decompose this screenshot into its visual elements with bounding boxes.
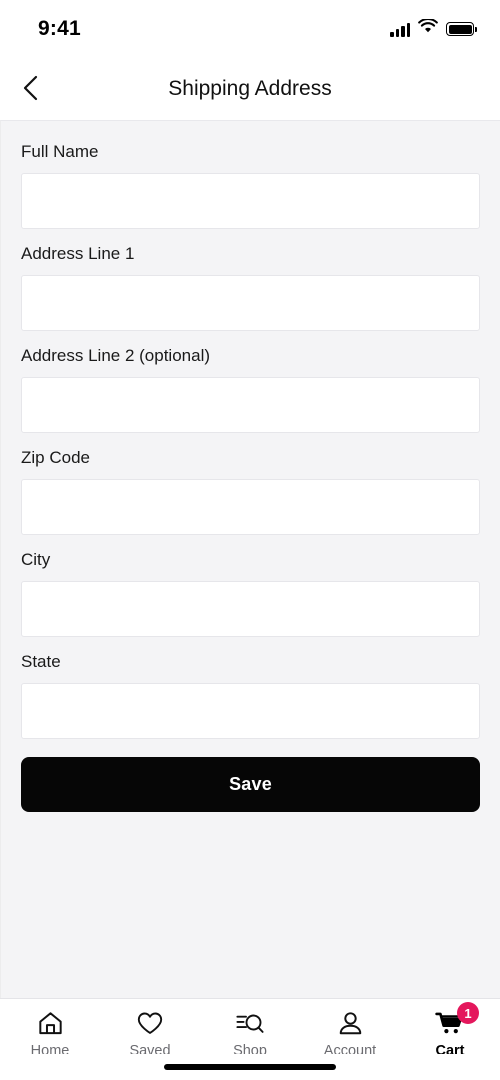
- tab-home[interactable]: Home: [0, 1009, 100, 1059]
- heart-icon: [136, 1009, 164, 1037]
- field-zip-code: Zip Code: [21, 447, 480, 535]
- city-input[interactable]: [21, 581, 480, 637]
- field-label: Full Name: [21, 142, 99, 161]
- status-bar: 9:41: [0, 0, 500, 58]
- signal-bars-icon: [390, 22, 410, 37]
- home-indicator[interactable]: [164, 1064, 336, 1070]
- field-label: Address Line 1: [21, 244, 135, 263]
- field-state: State: [21, 651, 480, 739]
- field-address-line-2: Address Line 2 (optional): [21, 345, 480, 433]
- save-button[interactable]: Save: [21, 757, 480, 812]
- chevron-left-icon: [20, 73, 42, 106]
- home-indicator-area: [0, 1054, 500, 1080]
- cart-badge: 1: [457, 1002, 479, 1024]
- home-icon: [37, 1009, 64, 1037]
- person-icon: [337, 1009, 364, 1037]
- field-label: Zip Code: [21, 448, 90, 467]
- address-line-1-input[interactable]: [21, 275, 480, 331]
- field-label: City: [21, 550, 51, 569]
- address-line-2-input[interactable]: [21, 377, 480, 433]
- tab-shop[interactable]: Shop: [200, 1009, 300, 1059]
- tab-account[interactable]: Account: [300, 1009, 400, 1059]
- app-header: Shipping Address: [0, 58, 500, 120]
- wifi-icon: [418, 18, 438, 39]
- cart-icon: 1: [435, 1002, 479, 1037]
- battery-icon: [446, 22, 477, 36]
- app-screen: 9:41 Shipping Address Full Name Address …: [0, 0, 500, 1080]
- field-label: Address Line 2 (optional): [21, 346, 211, 365]
- shipping-address-form: Full Name Address Line 1 Address Line 2 …: [0, 120, 500, 998]
- zip-code-input[interactable]: [21, 479, 480, 535]
- page-title: Shipping Address: [168, 77, 332, 100]
- field-address-line-1: Address Line 1: [21, 243, 480, 331]
- field-full-name: Full Name: [21, 141, 480, 229]
- field-label: State: [21, 652, 61, 671]
- status-icons: [390, 18, 477, 39]
- tab-cart[interactable]: 1 Cart: [400, 1002, 500, 1059]
- status-time: 9:41: [38, 17, 81, 40]
- state-input[interactable]: [21, 683, 480, 739]
- back-button[interactable]: [20, 69, 60, 109]
- search-filter-icon: [235, 1009, 265, 1037]
- tab-saved[interactable]: Saved: [100, 1009, 200, 1059]
- full-name-input[interactable]: [21, 173, 480, 229]
- field-city: City: [21, 549, 480, 637]
